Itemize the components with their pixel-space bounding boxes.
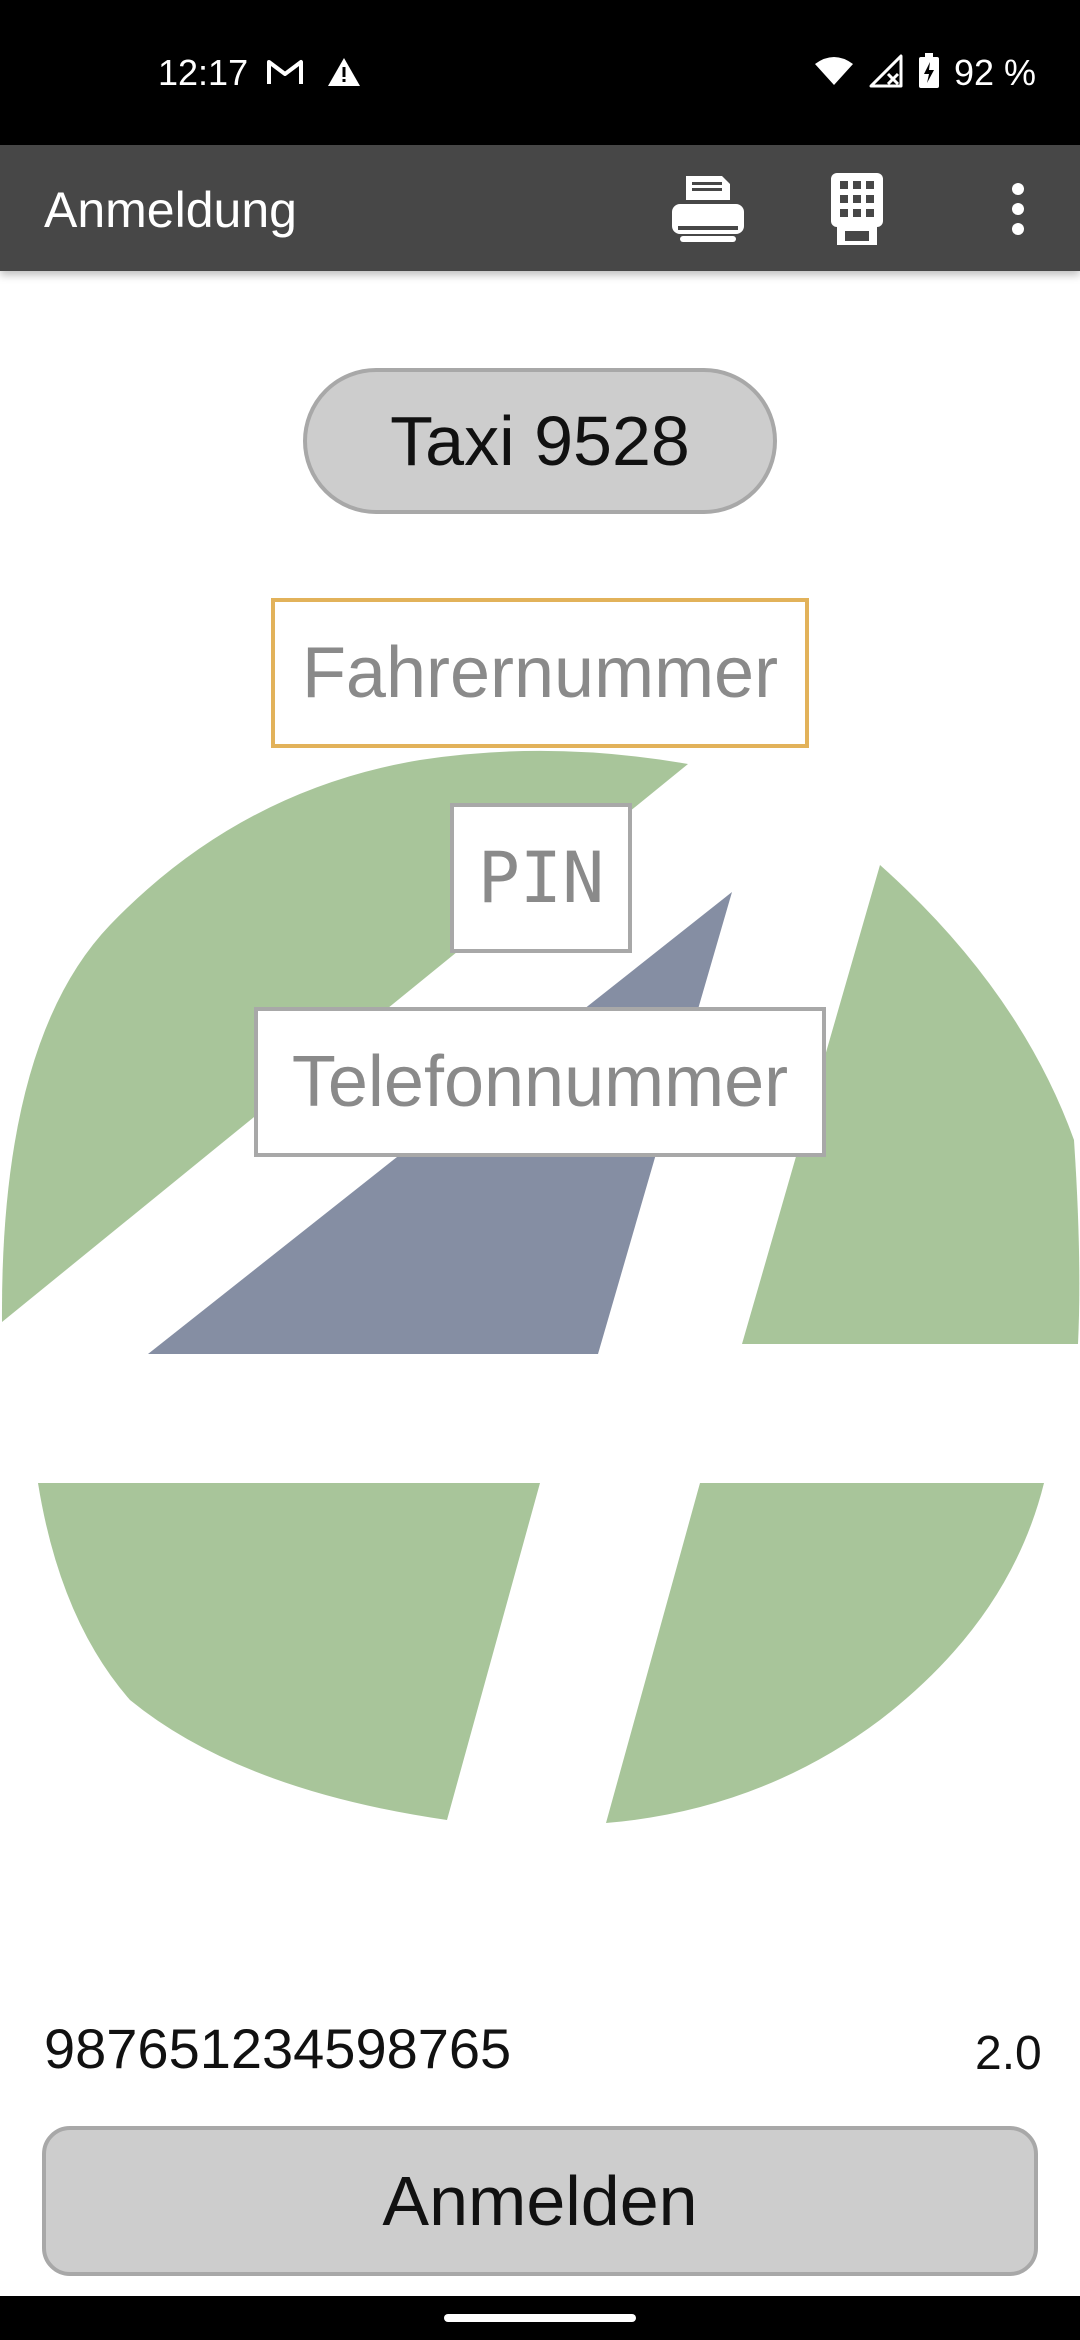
vehicle-label[interactable]: Taxi 9528 — [303, 368, 777, 514]
app-version: 2.0 — [975, 2027, 1042, 2080]
overflow-menu-icon[interactable] — [978, 169, 1058, 249]
login-button[interactable]: Anmelden — [42, 2126, 1038, 2276]
logo-segment-bottom-right — [606, 1483, 1044, 1823]
no-signal-icon — [868, 54, 904, 93]
page-title: Anmeldung — [44, 182, 297, 238]
pin-input[interactable] — [450, 803, 632, 953]
app-bar: Anmeldung — [0, 145, 1080, 271]
battery-charging-icon — [918, 52, 940, 94]
alert-icon — [326, 56, 362, 93]
home-gesture-handle[interactable] — [444, 2314, 636, 2322]
status-time: 12:17 — [158, 52, 249, 93]
device-id: 987651234598765 — [44, 2017, 512, 2080]
driver-number-input[interactable] — [271, 598, 809, 748]
wifi-icon — [814, 55, 854, 92]
printer-icon[interactable] — [668, 169, 748, 249]
navigation-bar — [0, 2296, 1080, 2340]
phone-number-input[interactable] — [254, 1007, 826, 1157]
battery-percent: 92 % — [953, 52, 1036, 93]
gmail-icon — [267, 58, 303, 91]
keypad-icon[interactable] — [817, 169, 897, 249]
status-indicators: 92 % — [814, 52, 1036, 94]
logo-segment-bottom-left — [38, 1483, 540, 1820]
status-bar: 12:17 92 % — [0, 0, 1080, 145]
